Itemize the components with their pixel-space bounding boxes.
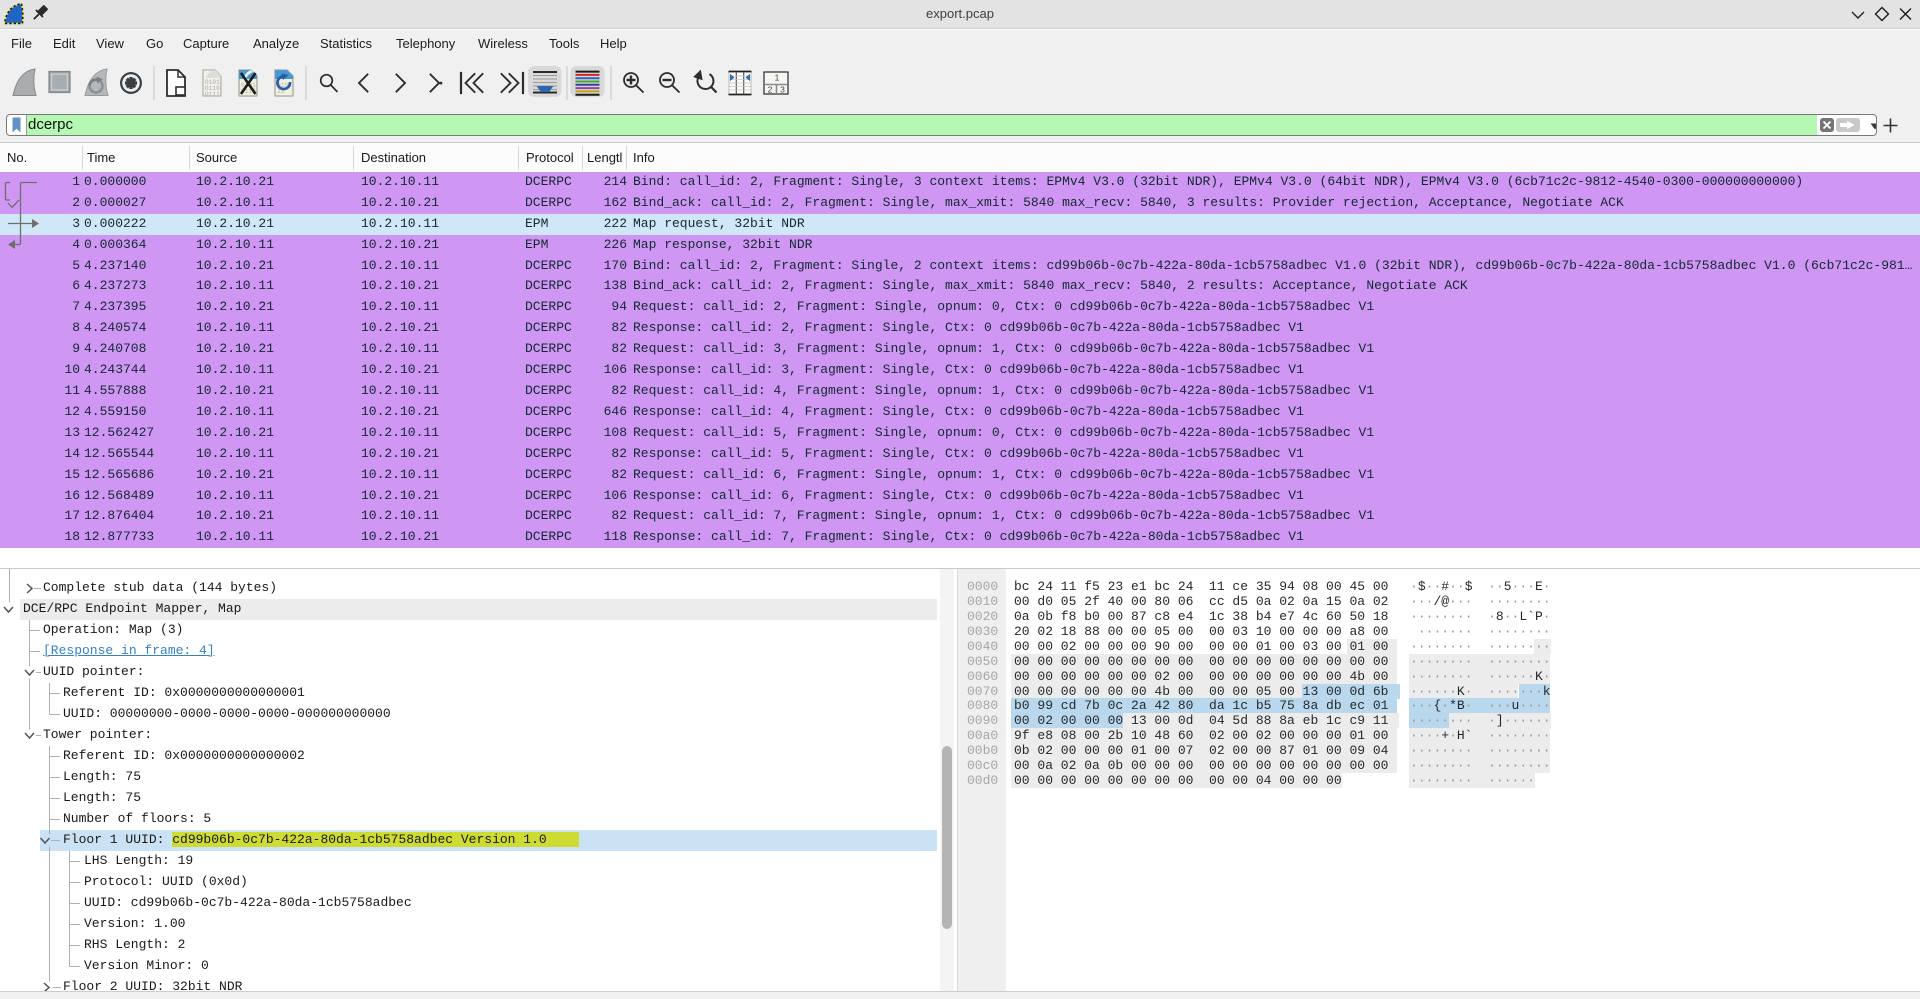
svg-text:3: 3 [780, 85, 785, 95]
svg-text:2: 2 [768, 85, 773, 95]
svg-text:0111: 0111 [205, 91, 220, 98]
svg-text:1: 1 [775, 73, 780, 83]
